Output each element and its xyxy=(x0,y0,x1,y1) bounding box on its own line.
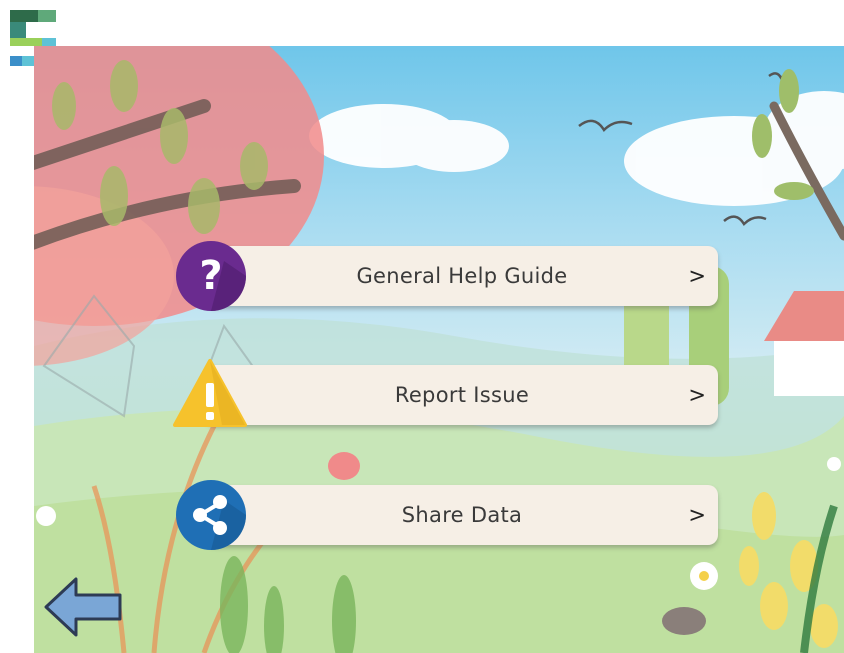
share-icon[interactable] xyxy=(174,478,248,552)
warning-icon[interactable] xyxy=(172,357,248,429)
general-help-guide-label: General Help Guide xyxy=(356,264,568,288)
chevron-right-icon: > xyxy=(688,264,706,288)
nature-illustration xyxy=(34,46,844,653)
question-icon[interactable]: ? xyxy=(174,239,248,313)
share-data-label: Share Data xyxy=(401,503,523,527)
general-help-guide-button[interactable]: General Help Guide > xyxy=(206,246,718,306)
share-data-button[interactable]: Share Data > xyxy=(206,485,718,545)
svg-text:?: ? xyxy=(199,253,222,299)
chevron-right-icon: > xyxy=(688,503,706,527)
chevron-right-icon: > xyxy=(688,383,706,407)
back-arrow-icon[interactable] xyxy=(42,576,124,638)
report-issue-label: Report Issue xyxy=(394,383,530,407)
background-scene xyxy=(34,46,844,653)
report-issue-button[interactable]: Report Issue > xyxy=(206,365,718,425)
